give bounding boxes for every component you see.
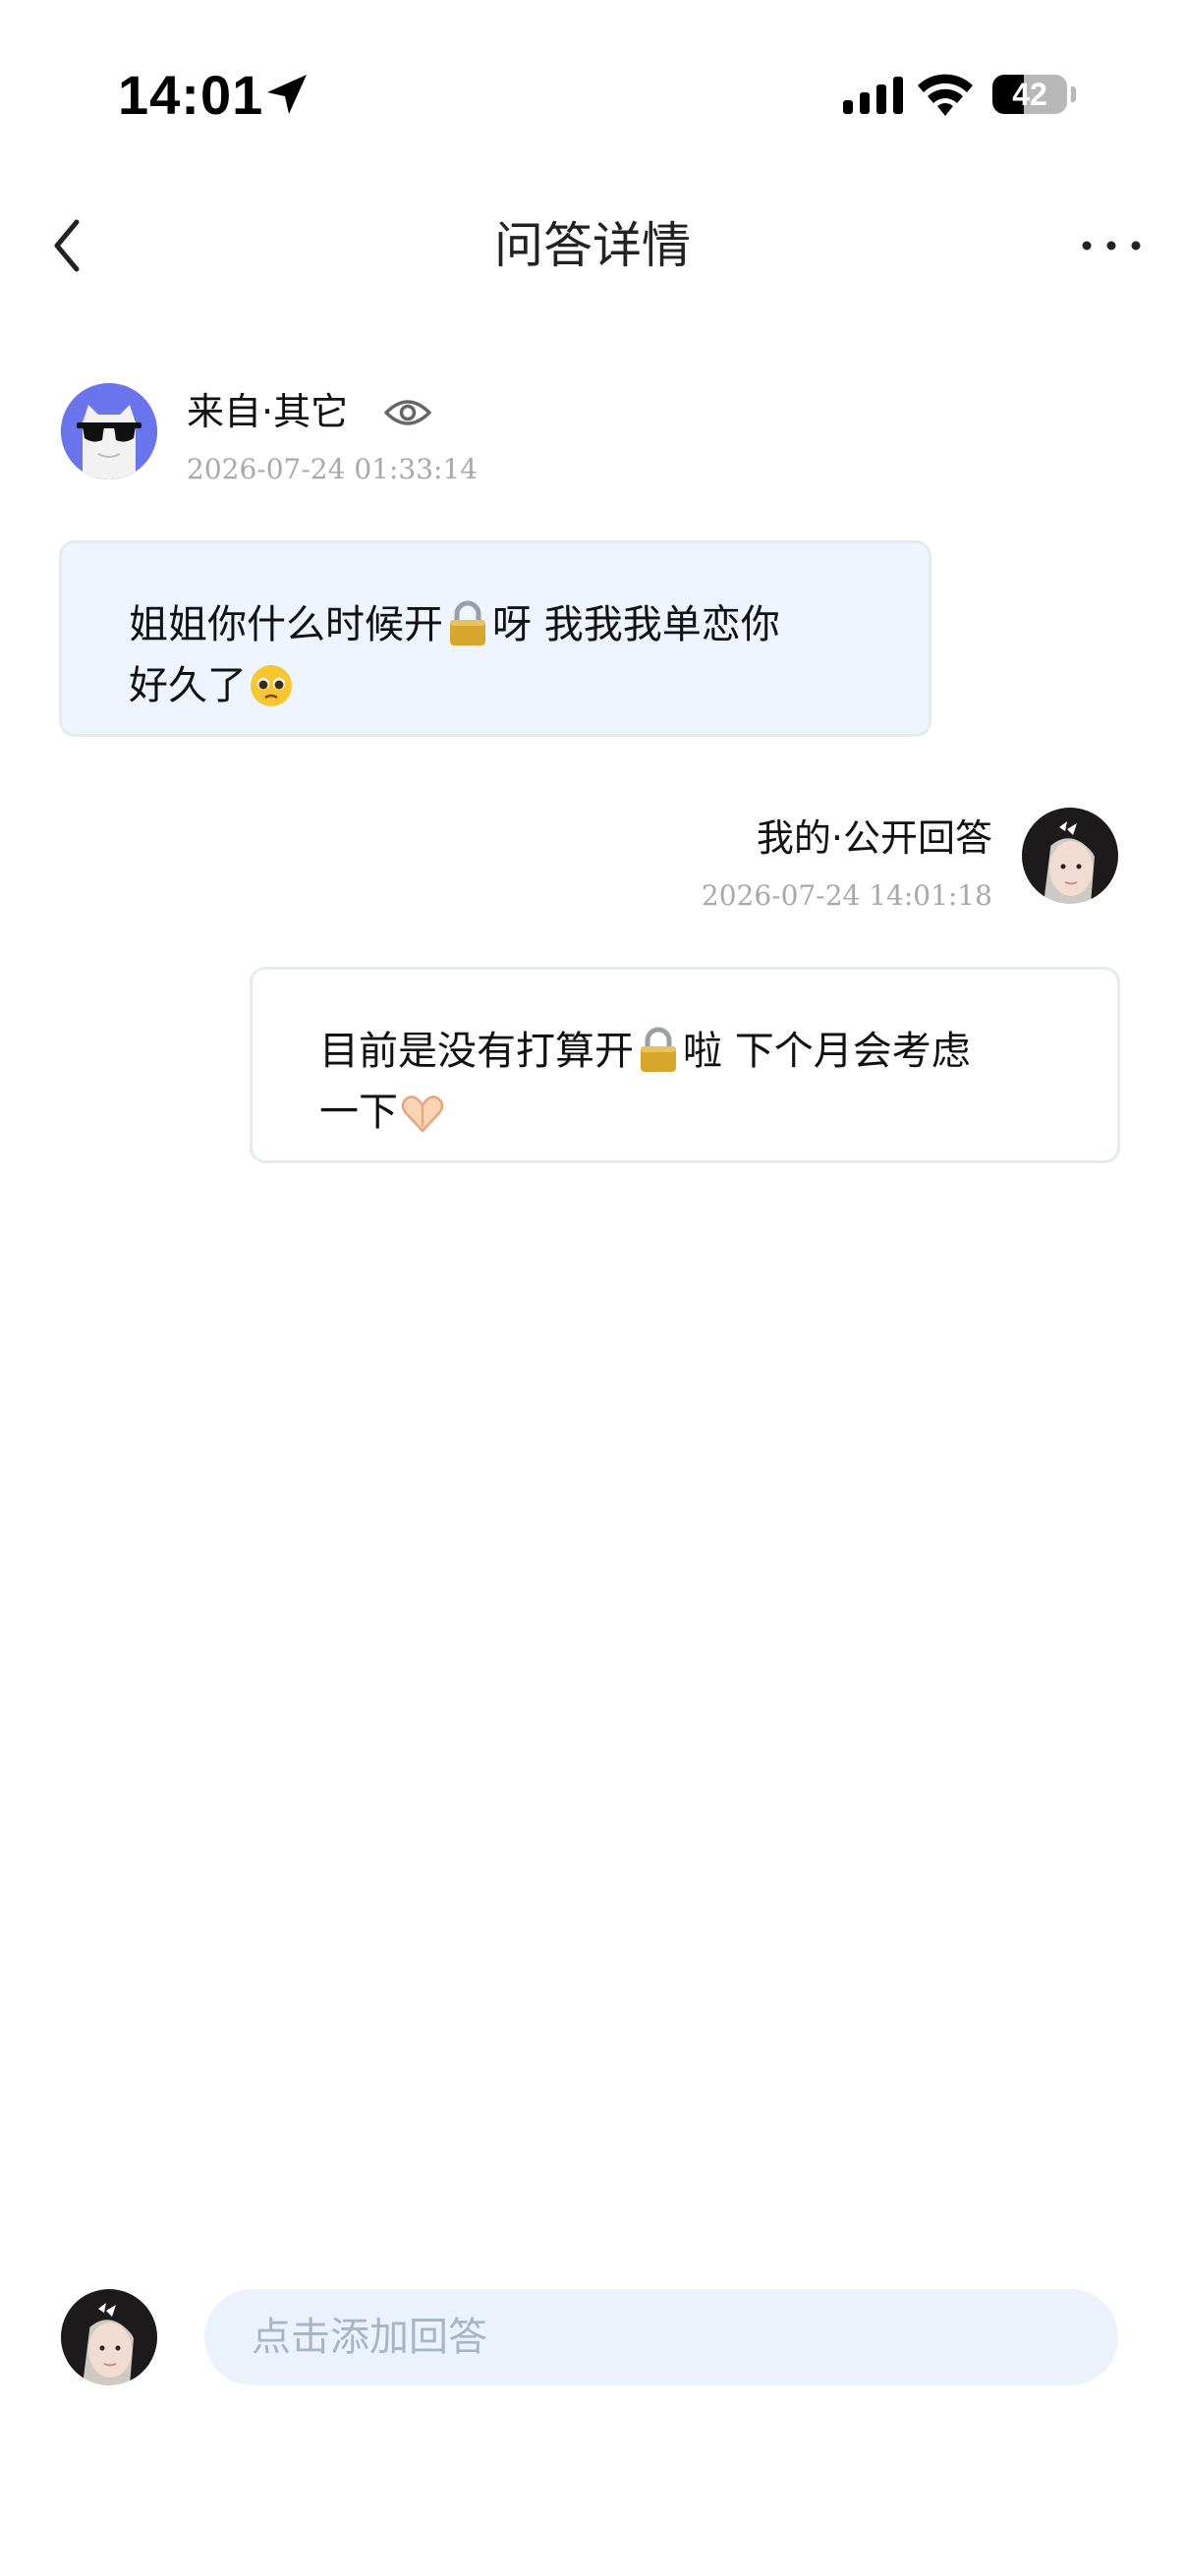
question-bubble: 姐姐你什么时候开呀 我我我单恋你 好久了 <box>59 540 931 737</box>
chevron-left-icon <box>54 219 80 272</box>
my-avatar[interactable] <box>61 2289 157 2385</box>
asker-avatar[interactable] <box>61 383 157 479</box>
answer-text-line-2: 一下 <box>319 1082 1052 1143</box>
wifi-icon <box>918 74 973 116</box>
question-source-label: 来自·其它 <box>187 390 349 433</box>
back-button[interactable] <box>43 210 98 281</box>
answer-text-line-1: 目前是没有打算开啦 下个月会考虑 <box>319 1027 971 1074</box>
profile-photo-avatar <box>1022 808 1118 904</box>
question-text-line-1: 姐姐你什么时候开呀 我我我单恋你 <box>129 600 780 647</box>
answerer-avatar[interactable] <box>1022 808 1118 904</box>
lock-icon <box>641 1027 676 1072</box>
add-answer-input[interactable] <box>204 2289 1118 2385</box>
cellular-signal-icon <box>843 77 903 114</box>
location-arrow-icon <box>267 75 307 114</box>
profile-photo-avatar <box>61 2289 157 2385</box>
question-timestamp: 2026-07-24 01:33:14 <box>187 453 479 485</box>
answer-label: 我的·公开回答 <box>756 816 992 860</box>
battery-level: 42 <box>1012 77 1047 112</box>
answer-timestamp: 2026-07-24 14:01:18 <box>701 879 992 912</box>
more-button[interactable] <box>1077 222 1146 269</box>
battery-tip <box>1071 86 1076 102</box>
battery-icon: 42 <box>992 75 1067 114</box>
status-time: 14:01 <box>118 64 264 126</box>
page-title: 问答详情 <box>494 217 691 274</box>
cat-sunglasses-avatar <box>61 383 157 479</box>
question-text-line-2: 好久了 <box>129 655 864 716</box>
pleading-face-icon <box>251 665 292 706</box>
eye-icon[interactable] <box>383 393 432 432</box>
heart-hands-icon <box>401 1095 444 1133</box>
more-dots-icon <box>1082 241 1141 251</box>
answer-bubble: 目前是没有打算开啦 下个月会考虑 一下 <box>250 967 1120 1163</box>
lock-icon <box>450 600 485 645</box>
